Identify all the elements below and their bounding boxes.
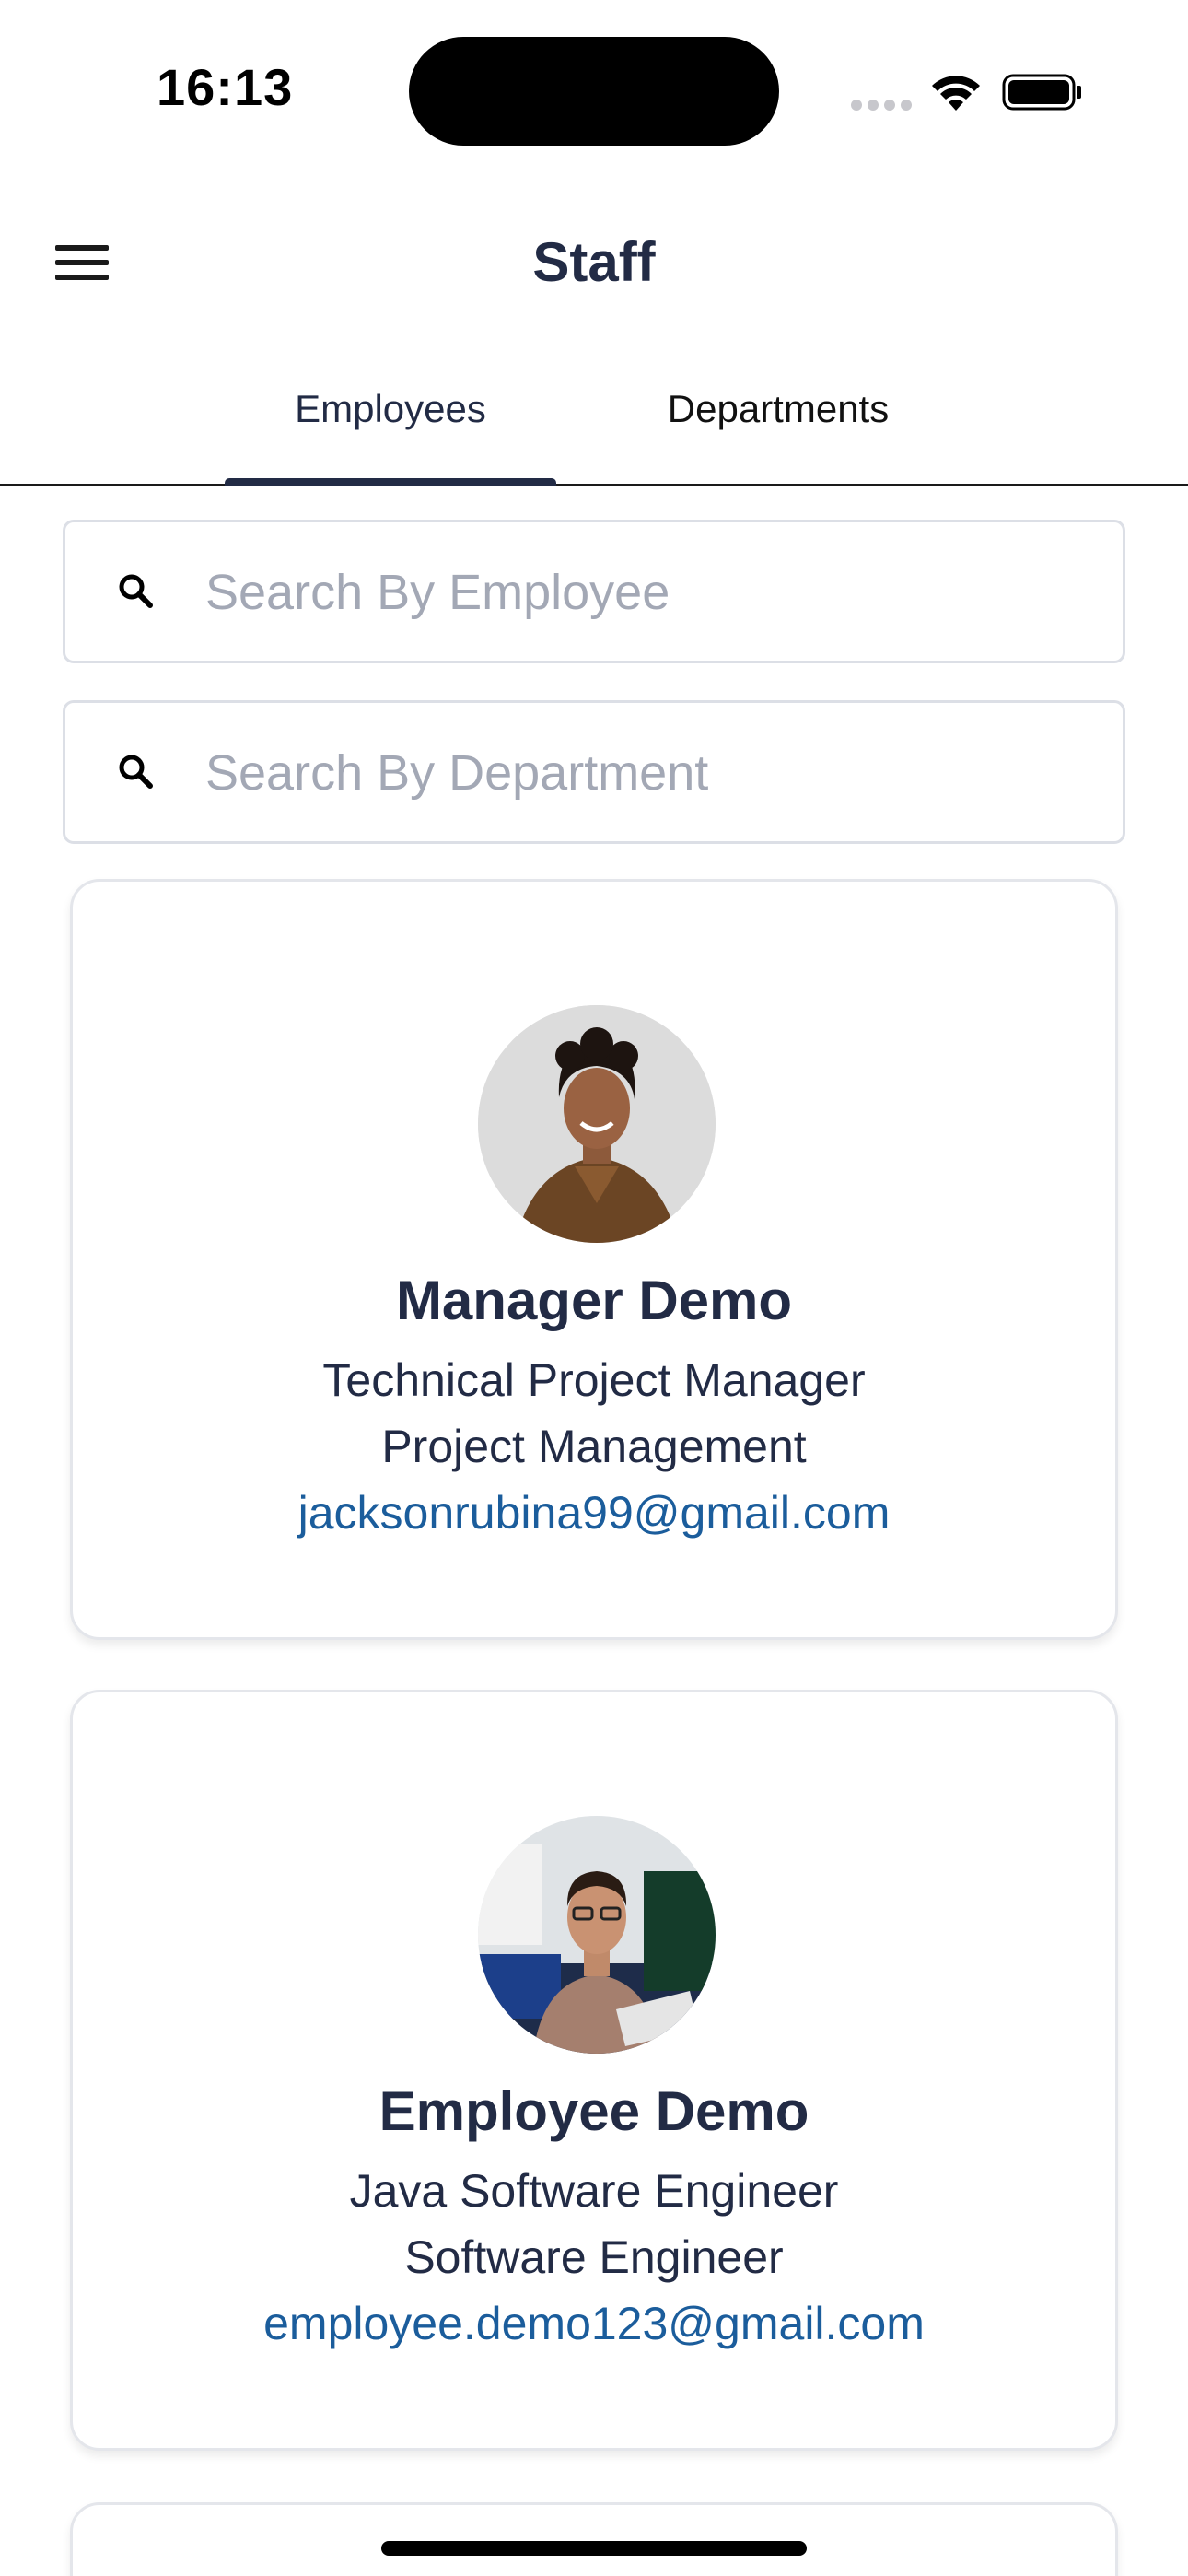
employee-card[interactable]: Manager Demo Technical Project Manager P… — [70, 879, 1118, 1640]
cellular-signal-icon — [851, 100, 912, 112]
tab-departments[interactable]: Departments — [640, 387, 916, 431]
app-header: Staff — [0, 184, 1188, 341]
battery-icon — [1002, 74, 1081, 111]
employee-search-input[interactable] — [205, 550, 1089, 635]
employee-email-link[interactable]: employee.demo123@gmail.com — [73, 2297, 1115, 2350]
department-search-input[interactable] — [205, 731, 1089, 815]
search-icon — [119, 755, 153, 789]
department-search-box[interactable] — [63, 700, 1125, 844]
avatar-photo-woman — [478, 1005, 716, 1243]
employee-job-title: Technical Project Manager — [322, 1354, 866, 1406]
home-indicator[interactable] — [381, 2541, 807, 2556]
avatar-photo-man — [478, 1816, 716, 2054]
search-icon — [119, 574, 153, 608]
avatar — [478, 1816, 716, 2054]
tab-employees[interactable]: Employees — [252, 387, 529, 431]
employee-name: Employee Demo — [379, 2080, 809, 2142]
employee-email-link[interactable]: jacksonrubina99@gmail.com — [73, 1486, 1115, 1540]
employee-name: Manager Demo — [395, 1270, 793, 1331]
dynamic-island — [409, 37, 779, 146]
employee-card[interactable] — [70, 2502, 1118, 2576]
status-time: 16:13 — [157, 58, 294, 116]
wifi-icon — [932, 76, 980, 111]
page-title: Staff — [532, 231, 656, 293]
employee-department: Software Engineer — [404, 2231, 784, 2283]
avatar — [478, 1005, 716, 1243]
employee-search-box[interactable] — [63, 520, 1125, 663]
employee-card[interactable]: Employee Demo Java Software Engineer Sof… — [70, 1690, 1118, 2451]
tab-bar: Employees Departments — [0, 359, 1188, 486]
staff-screen: 16:13 Staff Employees Departments Search… — [0, 0, 1188, 2576]
employee-department: Project Management — [381, 1421, 807, 1472]
employee-job-title: Java Software Engineer — [349, 2165, 839, 2217]
active-tab-indicator — [225, 478, 556, 486]
status-bar: 16:13 — [0, 0, 1188, 184]
